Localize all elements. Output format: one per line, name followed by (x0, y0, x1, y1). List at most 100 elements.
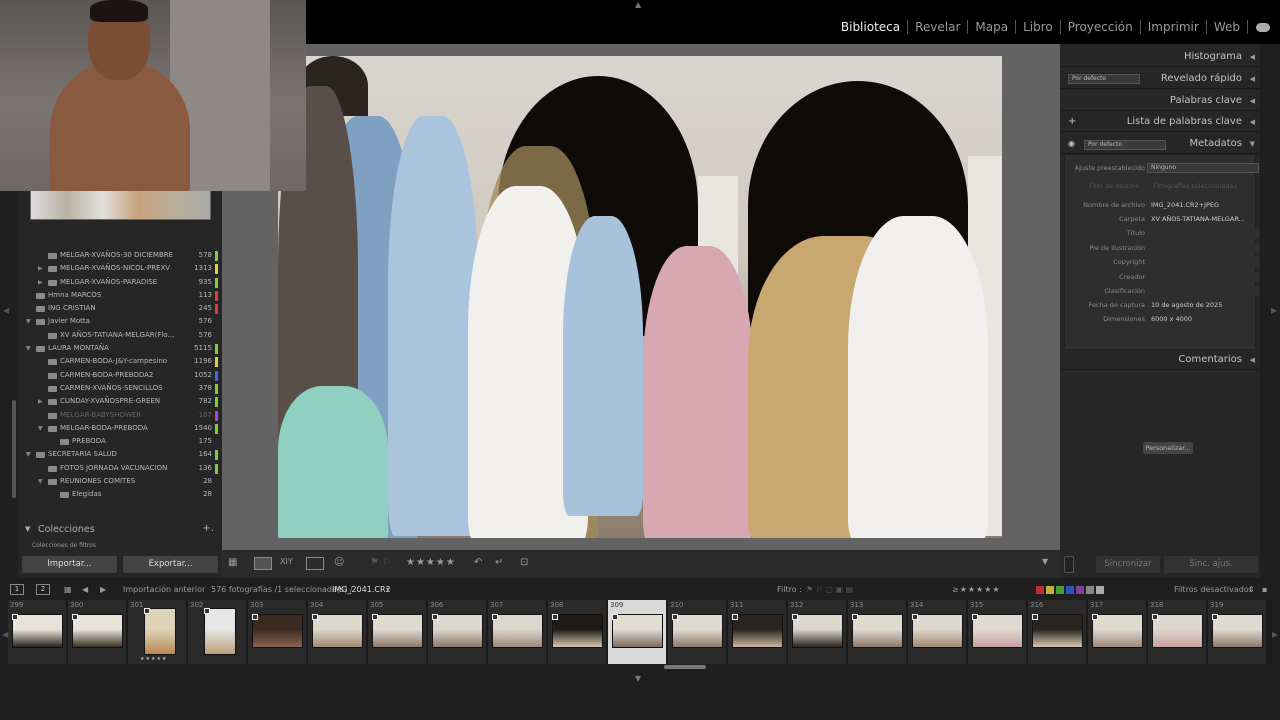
collapse-bottom-arrow-icon[interactable]: ▼ (635, 674, 641, 683)
import-button[interactable]: Importar... (22, 556, 117, 573)
folder-item[interactable]: ▼ REUNIONES COMITES 28 (22, 476, 218, 489)
filmstrip-thumbnail[interactable] (612, 614, 663, 648)
loupe-view-icon[interactable] (254, 557, 272, 570)
grid-icon[interactable]: ▦ (64, 585, 72, 594)
folder-expand-icon[interactable]: ▶ (38, 398, 43, 405)
rotate-right-icon[interactable]: ↵ (495, 557, 503, 570)
module-biblioteca[interactable]: Biblioteca (834, 20, 909, 34)
grid-view-icon[interactable]: ▦ (228, 557, 237, 570)
metadata-field[interactable] (1149, 228, 1259, 238)
folder-expand-icon[interactable]: ▼ (26, 345, 31, 352)
filmstrip-thumbnail[interactable] (912, 614, 963, 648)
filmstrip-cell[interactable]: 306 (428, 600, 487, 664)
customize-button[interactable]: Personalizar... (1143, 442, 1193, 454)
filmstrip-thumbnail[interactable] (672, 614, 723, 648)
add-keyword-icon[interactable]: + (1068, 112, 1076, 132)
collections-header[interactable]: ▼ Colecciones +. (18, 521, 222, 539)
keyword-list-header[interactable]: + Lista de palabras clave ◀ (1060, 112, 1260, 132)
folder-item[interactable]: ▼ Javier Motta 576 (22, 316, 218, 329)
metadata-field[interactable] (1149, 272, 1259, 282)
filmstrip-thumbnail[interactable] (552, 614, 603, 648)
folder-item[interactable]: ▶ CUNDAY-XVAÑOSPRE-GREEN 782 (22, 396, 218, 409)
keywords-collapse-icon[interactable]: ◀ (1250, 91, 1255, 111)
module-revelar[interactable]: Revelar (908, 20, 969, 34)
filmstrip-thumbnail[interactable] (432, 614, 483, 648)
filmstrip-thumbnail[interactable] (492, 614, 543, 648)
filmstrip-scrollbar[interactable] (664, 665, 706, 669)
right-panel-toggle-icon[interactable]: ▶ (1271, 306, 1277, 315)
main-window-button[interactable]: 1 (10, 584, 24, 595)
filmstrip-cell[interactable]: 303 (248, 600, 307, 664)
filmstrip-thumbnail[interactable] (1032, 614, 1083, 648)
folder-item[interactable]: MELGAR-XVAÑOS-30 DICIEMBRE 578 (22, 250, 218, 263)
filmstrip-cell[interactable]: 315 (968, 600, 1027, 664)
metadata-value[interactable]: 10 de agosto de 2025 (1151, 301, 1222, 309)
filmstrip-left-icon[interactable]: ◀ (2, 630, 8, 639)
filmstrip-thumbnail[interactable] (312, 614, 363, 648)
filmstrip-thumbnail[interactable] (852, 614, 903, 648)
filmstrip-thumbnail[interactable] (972, 614, 1023, 648)
filmstrip-thumbnail[interactable] (732, 614, 783, 648)
filmstrip-cell[interactable]: 309 (608, 600, 667, 664)
filmstrip-cell[interactable]: 308 (548, 600, 607, 664)
cloud-sync-icon[interactable] (1256, 22, 1270, 32)
survey-view-icon[interactable] (306, 557, 324, 570)
metadata-value[interactable]: XV AÑOS-TATIANA-MELGAR... (1151, 215, 1245, 223)
keywords-header[interactable]: Palabras clave ◀ (1060, 91, 1260, 111)
folder-item[interactable]: ▼ SECRETARIA SALUD 164 (22, 449, 218, 462)
compare-view-icon[interactable]: XIY (280, 557, 293, 570)
module-mapa[interactable]: Mapa (968, 20, 1017, 34)
folder-item[interactable]: FOTOS JORNADA VACUNACION 136 (22, 463, 218, 476)
filmstrip-cell[interactable]: 316 (1028, 600, 1087, 664)
forward-arrow-icon[interactable]: ▶ (100, 585, 106, 594)
sync-settings-button[interactable]: Sinc. ajus. (1164, 556, 1258, 573)
folder-expand-icon[interactable]: ▼ (38, 425, 43, 432)
main-photo[interactable] (278, 56, 1002, 538)
people-view-icon[interactable]: ☺ (334, 557, 344, 570)
folder-item[interactable]: ▶ MELGAR-XVAÑOS-PARADISE 935 (22, 277, 218, 290)
folder-item[interactable]: ▶ MELGAR-XVAÑOS-NICOL-PREXV 1313 (22, 263, 218, 276)
red-label-filter[interactable] (1036, 586, 1044, 594)
filmstrip-thumbnail[interactable] (252, 614, 303, 648)
add-collection-icon[interactable]: +. (202, 523, 214, 534)
folder-item[interactable]: XV AÑOS-TATIANA-MELGAR(Flo... 576 (22, 330, 218, 343)
histogram-collapse-icon[interactable]: ◀ (1250, 47, 1255, 67)
filmstrip-right-icon[interactable]: ▶ (1272, 630, 1278, 639)
quick-develop-collapse-icon[interactable]: ◀ (1250, 69, 1255, 89)
filmstrip-cell[interactable]: 310 (668, 600, 727, 664)
filmstrip-cell[interactable]: 299 (8, 600, 67, 664)
filmstrip-thumbnail[interactable] (792, 614, 843, 648)
blue-label-filter[interactable] (1066, 586, 1074, 594)
metadata-field[interactable] (1149, 243, 1259, 253)
flag-filter-icons[interactable]: ⚑ ⚐ ▢ ▣ ▤ (806, 585, 853, 594)
preset-select[interactable]: Ninguno (1147, 163, 1259, 173)
metadata-eye-icon[interactable]: ◉ (1068, 134, 1075, 154)
collapse-top-arrow-icon[interactable]: ▲ (635, 0, 641, 9)
filmstrip-cell[interactable]: 300 (68, 600, 127, 664)
left-panel-scrollbar[interactable] (12, 400, 16, 498)
folder-item[interactable]: Elegidas 28 (22, 489, 218, 502)
toolbar-menu-icon[interactable]: ▼ (1042, 557, 1048, 570)
collections-expand-icon[interactable]: ▼ (25, 525, 30, 533)
current-filename[interactable]: IMG_2041.CR2 (332, 585, 391, 594)
second-window-button[interactable]: 2 (36, 584, 50, 595)
sync-button[interactable]: Sincronizar (1096, 556, 1160, 573)
selected-photos-button[interactable]: Fotografías seleccionadas (1153, 182, 1237, 190)
folder-item[interactable]: CARMEN-BODA-J&Y-campesino 1196 (22, 356, 218, 369)
module-libro[interactable]: Libro (1016, 20, 1061, 34)
folder-item[interactable]: PREBODA 175 (22, 436, 218, 449)
filters-off-select[interactable]: Filtros desactivados (1174, 585, 1253, 594)
filmstrip-cell[interactable]: 304 (308, 600, 367, 664)
filmstrip-thumbnail[interactable] (1092, 614, 1143, 648)
folder-item[interactable]: ING CRISTIAN 245 (22, 303, 218, 316)
filmstrip-thumbnail[interactable] (1152, 614, 1203, 648)
smart-collections-item[interactable]: Colecciones de filtros (32, 542, 96, 549)
keyword-list-collapse-icon[interactable]: ◀ (1250, 112, 1255, 132)
back-arrow-icon[interactable]: ◀ (82, 585, 88, 594)
filmstrip-cell[interactable]: 312 (788, 600, 847, 664)
left-panel-toggle-icon[interactable]: ◀ (3, 306, 9, 315)
filmstrip-cell[interactable]: 305 (368, 600, 427, 664)
filter-lock-icon[interactable]: ▪ (1262, 585, 1267, 594)
purple-label-filter[interactable] (1076, 586, 1084, 594)
folder-item[interactable]: Hmna MARCOS 113 (22, 290, 218, 303)
